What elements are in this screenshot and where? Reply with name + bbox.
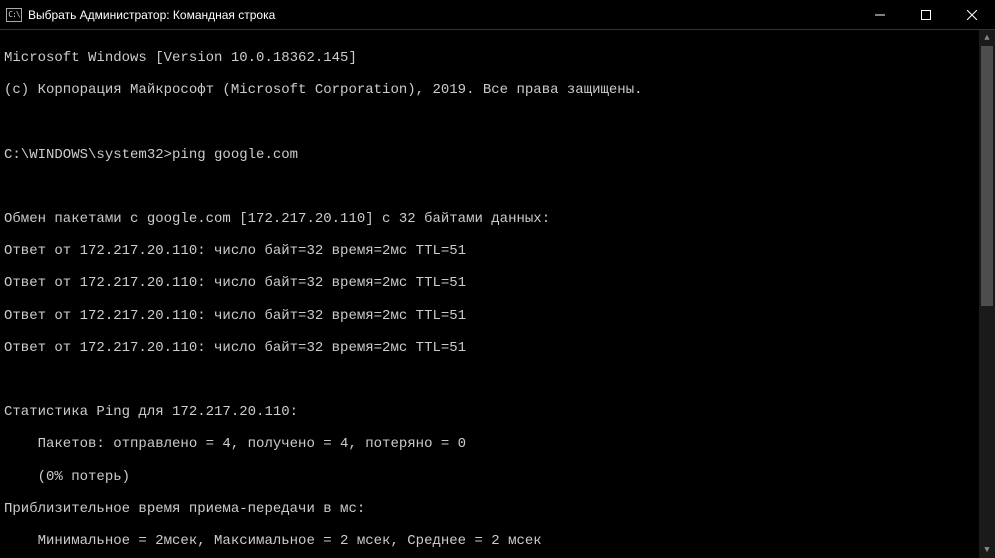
maximize-button[interactable] (903, 0, 949, 30)
titlebar-left: C:\ Выбрать Администратор: Командная стр… (6, 8, 275, 22)
output-line: Ответ от 172.217.20.110: число байт=32 в… (4, 243, 991, 259)
output-line: Microsoft Windows [Version 10.0.18362.14… (4, 50, 991, 66)
prompt-command-line: C:\WINDOWS\system32>ping google.com (4, 147, 991, 163)
terminal-output[interactable]: Microsoft Windows [Version 10.0.18362.14… (0, 30, 995, 558)
vertical-scrollbar[interactable]: ▲ ▼ (979, 30, 995, 558)
window-controls (857, 0, 995, 29)
output-line: Ответ от 172.217.20.110: число байт=32 в… (4, 308, 991, 324)
output-line: Пакетов: отправлено = 4, получено = 4, п… (4, 436, 991, 452)
output-line: Обмен пакетами с google.com [172.217.20.… (4, 211, 991, 227)
output-line (4, 114, 991, 130)
window-titlebar: C:\ Выбрать Администратор: Командная стр… (0, 0, 995, 30)
output-line: Ответ от 172.217.20.110: число байт=32 в… (4, 340, 991, 356)
cmd-app-icon: C:\ (6, 8, 22, 22)
close-button[interactable] (949, 0, 995, 30)
output-line: Статистика Ping для 172.217.20.110: (4, 404, 991, 420)
scrollbar-thumb[interactable] (981, 46, 993, 306)
output-line: Минимальное = 2мсек, Максимальное = 2 мс… (4, 533, 991, 549)
window-title: Выбрать Администратор: Командная строка (28, 8, 275, 22)
output-line: Приблизительное время приема-передачи в … (4, 501, 991, 517)
scroll-down-arrow-icon[interactable]: ▼ (979, 542, 995, 558)
output-line (4, 372, 991, 388)
output-line: (0% потерь) (4, 469, 991, 485)
output-line: Ответ от 172.217.20.110: число байт=32 в… (4, 275, 991, 291)
output-line: (c) Корпорация Майкрософт (Microsoft Cor… (4, 82, 991, 98)
output-line (4, 179, 991, 195)
minimize-button[interactable] (857, 0, 903, 30)
scroll-up-arrow-icon[interactable]: ▲ (979, 30, 995, 46)
